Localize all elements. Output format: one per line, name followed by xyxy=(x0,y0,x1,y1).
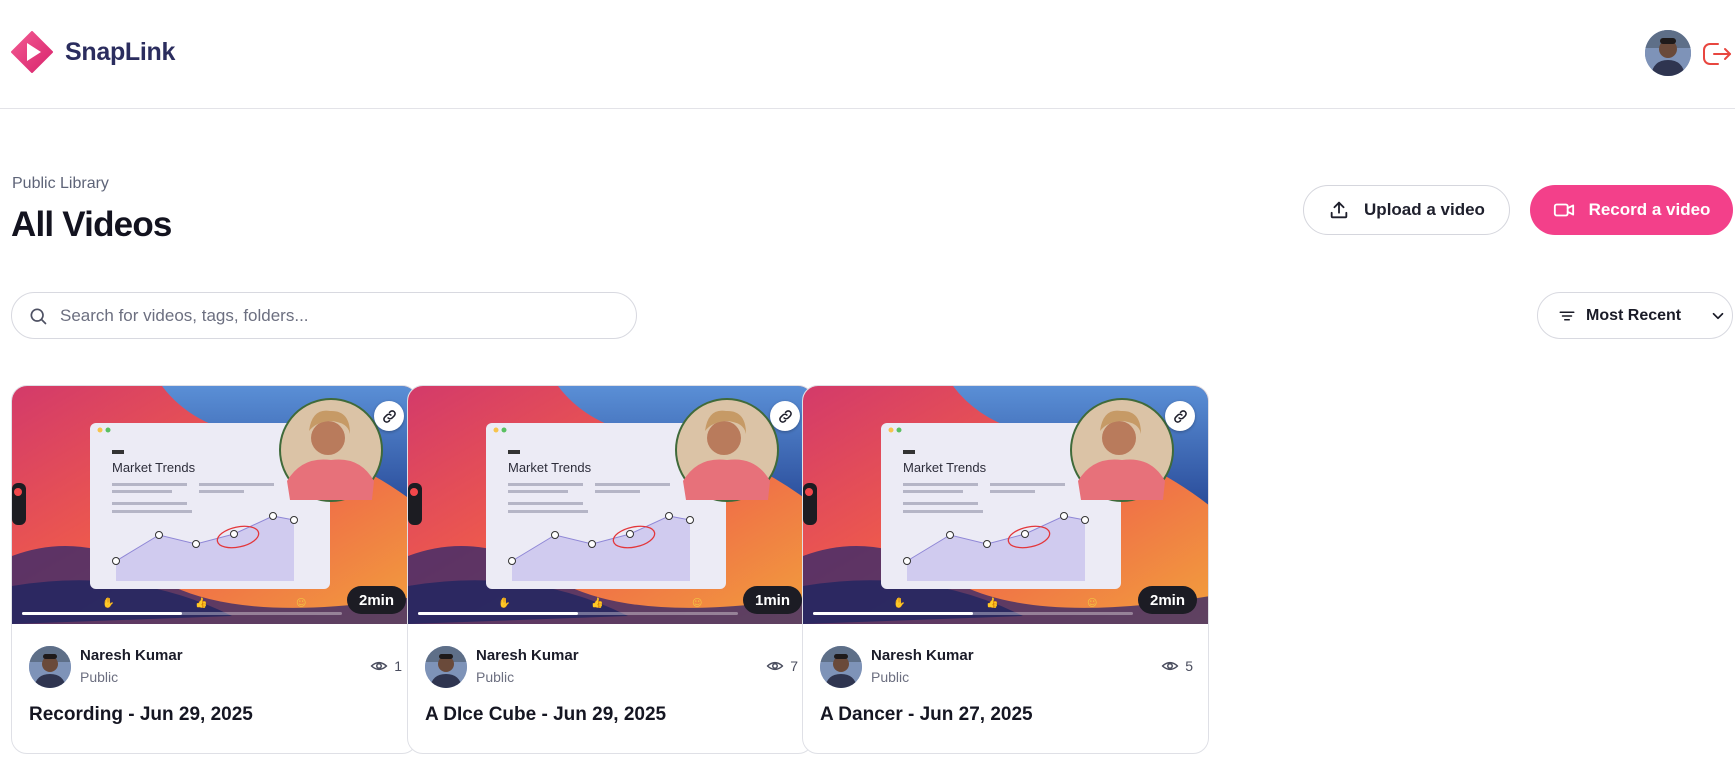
user-avatar[interactable] xyxy=(1645,30,1691,76)
thumbnail-title: Market Trends xyxy=(508,460,592,475)
sort-label: Most Recent xyxy=(1586,306,1682,324)
author-avatar xyxy=(820,646,862,688)
thumbnail-title: Market Trends xyxy=(903,460,987,475)
svg-text:✋: ✋ xyxy=(893,596,905,609)
video-title[interactable]: A DIce Cube - Jun 29, 2025 xyxy=(425,704,666,726)
search-icon xyxy=(30,308,47,324)
duration-badge: 1min xyxy=(743,586,803,614)
breadcrumb: Public Library xyxy=(12,175,109,192)
view-count: 5 xyxy=(1161,657,1193,675)
link-icon xyxy=(778,409,792,423)
author-avatar xyxy=(425,646,467,688)
video-card[interactable]: Market Trends xyxy=(11,385,418,754)
upload-video-button[interactable]: Upload a video xyxy=(1303,185,1510,235)
logout-icon[interactable] xyxy=(1700,38,1732,70)
svg-text:☺: ☺ xyxy=(1087,598,1097,609)
progress-fill xyxy=(418,612,578,615)
author-name: Naresh Kumar xyxy=(80,647,183,664)
view-count-value: 7 xyxy=(790,658,798,674)
view-count: 1 xyxy=(370,657,402,675)
progress-track xyxy=(22,612,342,615)
visibility-label: Public xyxy=(476,669,515,685)
video-title[interactable]: Recording - Jun 29, 2025 xyxy=(29,704,253,726)
duration-badge: 2min xyxy=(347,586,407,614)
chevron-down-icon xyxy=(1712,312,1724,319)
svg-text:☺: ☺ xyxy=(296,598,306,609)
eye-icon xyxy=(1161,661,1179,671)
view-count-value: 1 xyxy=(394,658,402,674)
view-count-value: 5 xyxy=(1185,658,1193,674)
video-camera-icon xyxy=(1553,203,1574,217)
video-thumbnail[interactable]: Market Trends xyxy=(803,386,1208,624)
video-meta: Naresh Kumar Public 1 xyxy=(29,644,402,690)
visibility-label: Public xyxy=(871,669,910,685)
avatar-icon xyxy=(1645,30,1691,76)
thumbnail-title: Market Trends xyxy=(112,460,196,475)
svg-text:👍: 👍 xyxy=(591,596,603,609)
author-name: Naresh Kumar xyxy=(871,647,974,664)
svg-text:✋: ✋ xyxy=(102,596,114,609)
svg-text:✋: ✋ xyxy=(498,596,510,609)
copy-link-button[interactable] xyxy=(770,401,800,431)
sort-dropdown[interactable]: Most Recent xyxy=(1537,292,1733,339)
video-meta: Naresh Kumar Public 5 xyxy=(820,644,1193,690)
author-avatar xyxy=(29,646,71,688)
view-count: 7 xyxy=(766,657,798,675)
link-icon xyxy=(1173,409,1187,423)
avatar-icon xyxy=(425,646,467,688)
duration-badge: 2min xyxy=(1138,586,1198,614)
brand-name: SnapLink xyxy=(65,37,176,66)
top-bar: SnapLink xyxy=(0,0,1735,109)
snaplink-logo-icon xyxy=(11,31,53,73)
copy-link-button[interactable] xyxy=(1165,401,1195,431)
avatar-icon xyxy=(820,646,862,688)
eye-icon xyxy=(370,661,388,671)
video-card[interactable]: Market Trends xyxy=(802,385,1209,754)
video-title[interactable]: A Dancer - Jun 27, 2025 xyxy=(820,704,1033,726)
upload-video-label: Upload a video xyxy=(1364,200,1485,219)
svg-text:☺: ☺ xyxy=(692,598,702,609)
search-box[interactable] xyxy=(11,292,637,339)
copy-link-button[interactable] xyxy=(374,401,404,431)
progress-fill xyxy=(22,612,182,615)
upload-icon xyxy=(1330,201,1348,219)
sort-lines-icon xyxy=(1559,311,1575,320)
record-video-label: Record a video xyxy=(1588,200,1711,219)
eye-icon xyxy=(766,661,784,671)
video-meta: Naresh Kumar Public 7 xyxy=(425,644,798,690)
video-thumbnail[interactable]: Market Trends xyxy=(12,386,417,624)
visibility-label: Public xyxy=(80,669,119,685)
progress-track xyxy=(418,612,738,615)
brand[interactable]: SnapLink xyxy=(11,31,175,73)
progress-track xyxy=(813,612,1133,615)
svg-text:👍: 👍 xyxy=(195,596,207,609)
video-thumbnail[interactable]: Market Trends xyxy=(408,386,813,624)
author-name: Naresh Kumar xyxy=(476,647,579,664)
progress-fill xyxy=(813,612,973,615)
record-video-button[interactable]: Record a video xyxy=(1530,185,1733,235)
avatar-icon xyxy=(29,646,71,688)
link-icon xyxy=(382,409,396,423)
search-input[interactable] xyxy=(58,304,622,327)
page-title: All Videos xyxy=(11,205,172,244)
video-card[interactable]: Market Trends xyxy=(407,385,814,754)
svg-text:👍: 👍 xyxy=(986,596,998,609)
